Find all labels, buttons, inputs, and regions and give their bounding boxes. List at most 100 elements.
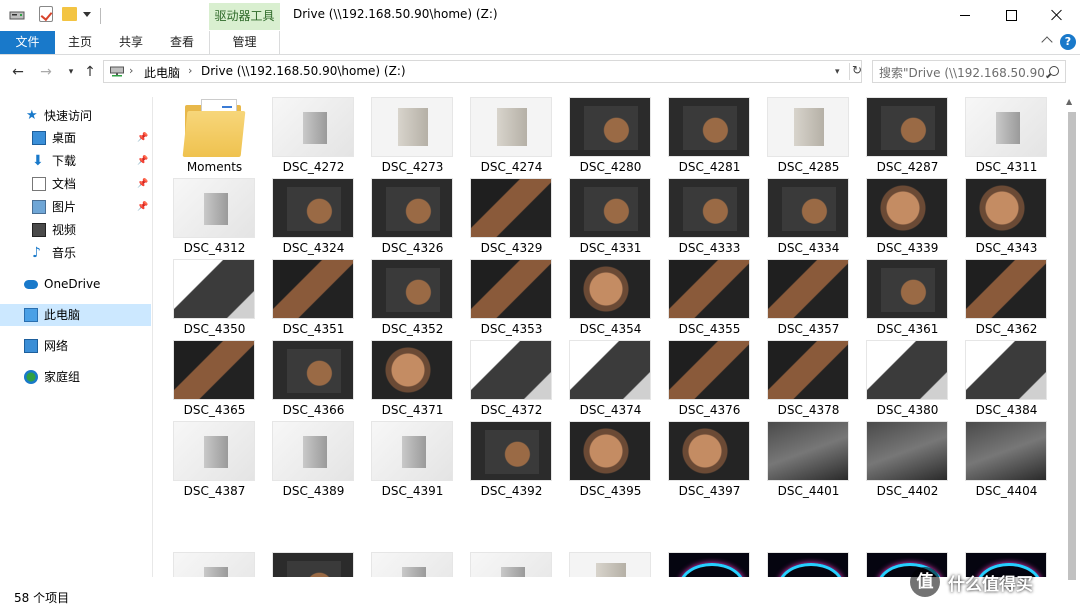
file-item[interactable]: DSC_4374 xyxy=(561,340,660,421)
file-item[interactable]: DSC_4352 xyxy=(363,259,462,340)
breadcrumb-current-drive[interactable]: Drive (\\192.168.50.90\home) (Z:) xyxy=(201,64,406,78)
file-item[interactable]: DSC_4392 xyxy=(462,421,561,502)
forward-arrow-icon[interactable]: → xyxy=(38,64,54,80)
file-item[interactable]: DSC_4361 xyxy=(858,259,957,340)
image-thumbnail xyxy=(272,340,354,400)
image-thumbnail xyxy=(866,178,948,238)
search-icon[interactable] xyxy=(1049,66,1059,76)
recent-locations-icon[interactable]: ▾ xyxy=(63,64,79,80)
breadcrumb-separator[interactable]: › xyxy=(129,64,133,77)
file-item[interactable]: DSC_4355 xyxy=(660,259,759,340)
file-item[interactable]: DSC_4387 xyxy=(165,421,264,502)
file-item[interactable]: DSC_4326 xyxy=(363,178,462,259)
breadcrumb-this-pc[interactable]: 此电脑 xyxy=(144,64,180,81)
file-item[interactable]: DSC_4380 xyxy=(858,340,957,421)
file-item[interactable]: DSC_4329 xyxy=(462,178,561,259)
search-placeholder: 搜索"Drive (\\192.168.50.90... xyxy=(879,66,1047,80)
sidebar-item[interactable]: 家庭组 xyxy=(0,366,151,388)
tab-manage[interactable]: 管理 xyxy=(209,31,280,54)
new-folder-icon[interactable] xyxy=(62,7,77,21)
up-arrow-icon[interactable]: ↑ xyxy=(82,64,98,80)
properties-icon[interactable] xyxy=(39,6,53,22)
sidebar-item[interactable]: 桌面 📌 xyxy=(0,127,151,149)
sidebar-item[interactable]: OneDrive xyxy=(0,273,151,295)
file-item[interactable]: DSC_4357 xyxy=(759,259,858,340)
file-item[interactable] xyxy=(165,552,264,577)
minimize-button[interactable] xyxy=(942,0,988,31)
sidebar-item[interactable]: ⬇ 下载 📌 xyxy=(0,150,151,172)
file-item[interactable] xyxy=(660,552,759,577)
file-item[interactable]: DSC_4287 xyxy=(858,97,957,178)
file-item[interactable] xyxy=(264,552,363,577)
sidebar-item[interactable]: ★ 快速访问 xyxy=(0,105,151,127)
tab-view[interactable]: 查看 xyxy=(170,31,194,54)
file-item[interactable]: DSC_4274 xyxy=(462,97,561,178)
sidebar-item[interactable]: 此电脑 xyxy=(0,304,151,326)
file-item[interactable]: DSC_4378 xyxy=(759,340,858,421)
file-name: DSC_4274 xyxy=(480,160,543,174)
file-item[interactable]: DSC_4376 xyxy=(660,340,759,421)
file-item[interactable]: DSC_4371 xyxy=(363,340,462,421)
quick-access-dropdown-icon[interactable] xyxy=(83,12,91,17)
file-item[interactable]: DSC_4311 xyxy=(957,97,1056,178)
file-item[interactable]: DSC_4402 xyxy=(858,421,957,502)
file-item[interactable]: DSC_4324 xyxy=(264,178,363,259)
file-item[interactable]: DSC_4280 xyxy=(561,97,660,178)
file-item[interactable]: DSC_4343 xyxy=(957,178,1056,259)
help-icon[interactable]: ? xyxy=(1060,34,1076,50)
file-item[interactable]: DSC_4401 xyxy=(759,421,858,502)
file-item[interactable]: DSC_4272 xyxy=(264,97,363,178)
file-item[interactable]: DSC_4273 xyxy=(363,97,462,178)
file-item[interactable]: DSC_4350 xyxy=(165,259,264,340)
folder-item[interactable]: Moments xyxy=(165,97,264,178)
sidebar-item[interactable]: 图片 📌 xyxy=(0,196,151,218)
file-item[interactable]: DSC_4404 xyxy=(957,421,1056,502)
folder-icon xyxy=(182,111,246,157)
address-bar[interactable]: › 此电脑 › Drive (\\192.168.50.90\home) (Z:… xyxy=(103,60,862,83)
file-item[interactable]: DSC_4351 xyxy=(264,259,363,340)
search-input[interactable]: 搜索"Drive (\\192.168.50.90... xyxy=(872,60,1066,83)
scroll-up-icon[interactable]: ▲ xyxy=(1066,97,1076,109)
file-item[interactable]: DSC_4285 xyxy=(759,97,858,178)
file-item[interactable]: DSC_4391 xyxy=(363,421,462,502)
file-item[interactable]: DSC_4389 xyxy=(264,421,363,502)
file-item[interactable] xyxy=(462,552,561,577)
file-item[interactable]: DSC_4339 xyxy=(858,178,957,259)
address-dropdown-icon[interactable]: ▾ xyxy=(835,67,840,77)
maximize-button[interactable] xyxy=(988,0,1034,31)
drive-tools-context-tab[interactable]: 驱动器工具 xyxy=(209,3,280,30)
file-item[interactable] xyxy=(363,552,462,577)
file-item[interactable]: DSC_4372 xyxy=(462,340,561,421)
file-item[interactable]: DSC_4397 xyxy=(660,421,759,502)
ribbon-expand-icon[interactable] xyxy=(1041,36,1053,48)
file-item[interactable]: DSC_4281 xyxy=(660,97,759,178)
file-item[interactable]: DSC_4353 xyxy=(462,259,561,340)
tab-file[interactable]: 文件 xyxy=(0,31,55,54)
file-item[interactable]: DSC_4333 xyxy=(660,178,759,259)
file-item[interactable]: DSC_4331 xyxy=(561,178,660,259)
file-item[interactable]: DSC_4366 xyxy=(264,340,363,421)
file-item[interactable]: DSC_4362 xyxy=(957,259,1056,340)
breadcrumb-separator[interactable]: › xyxy=(188,64,192,77)
file-item[interactable] xyxy=(561,552,660,577)
file-item[interactable]: DSC_4334 xyxy=(759,178,858,259)
sidebar-item[interactable]: 文档 📌 xyxy=(0,173,151,195)
file-item[interactable]: DSC_4384 xyxy=(957,340,1056,421)
file-item[interactable]: DSC_4395 xyxy=(561,421,660,502)
file-item[interactable]: DSC_4365 xyxy=(165,340,264,421)
tab-share[interactable]: 共享 xyxy=(119,31,143,54)
scrollbar-thumb[interactable] xyxy=(1068,112,1076,580)
file-item[interactable]: DSC_4312 xyxy=(165,178,264,259)
file-name: DSC_4374 xyxy=(579,403,642,417)
sidebar-item[interactable]: ♪ 音乐 xyxy=(0,242,151,264)
close-button[interactable] xyxy=(1034,0,1080,31)
file-item[interactable] xyxy=(759,552,858,577)
refresh-icon[interactable]: ↻ xyxy=(849,63,862,80)
sidebar-item[interactable]: 视频 xyxy=(0,219,151,241)
drive-icon[interactable] xyxy=(9,8,25,22)
tab-home[interactable]: 主页 xyxy=(68,31,92,54)
back-arrow-icon[interactable]: ← xyxy=(10,64,26,80)
sidebar-item[interactable]: 网络 xyxy=(0,335,151,357)
file-item[interactable]: DSC_4354 xyxy=(561,259,660,340)
file-name: DSC_4362 xyxy=(975,322,1038,336)
